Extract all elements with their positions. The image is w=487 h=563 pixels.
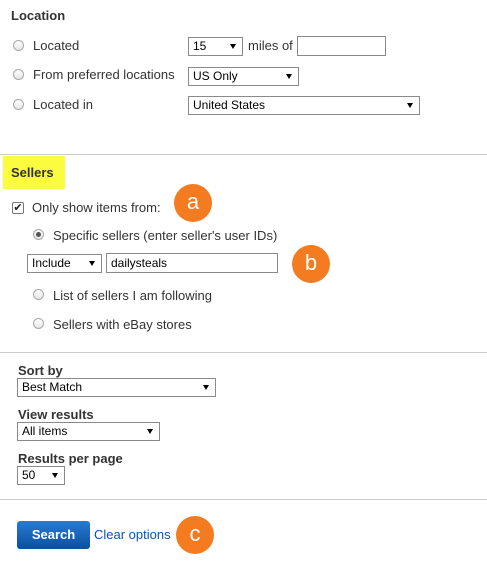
located-in-value: United States [193, 98, 266, 112]
preferred-select[interactable]: US Only [188, 67, 299, 86]
sort-by-value: Best Match [22, 380, 83, 394]
clear-options-link[interactable]: Clear options [94, 527, 171, 542]
following-radio[interactable] [33, 289, 44, 300]
per-page-label: Results per page [18, 451, 123, 466]
chevron-down-icon [147, 429, 153, 434]
include-select[interactable]: Include [27, 254, 102, 273]
view-results-label: View results [18, 407, 94, 422]
located-radio[interactable] [13, 40, 24, 51]
zip-input[interactable] [297, 36, 386, 56]
stores-label: Sellers with eBay stores [53, 317, 192, 332]
seller-ids-input[interactable]: dailysteals [106, 253, 278, 273]
chevron-down-icon [52, 473, 58, 478]
include-value: Include [32, 256, 71, 270]
located-in-label: Located in [33, 97, 93, 112]
chevron-down-icon [89, 261, 95, 266]
divider [0, 499, 487, 500]
chevron-down-icon [407, 103, 413, 108]
callout-b-badge: b [292, 245, 330, 283]
preferred-radio[interactable] [13, 69, 24, 80]
following-label: List of sellers I am following [53, 288, 212, 303]
divider [0, 352, 487, 353]
sort-by-label: Sort by [18, 363, 63, 378]
view-results-select[interactable]: All items [17, 422, 160, 441]
sellers-title: Sellers [11, 165, 54, 180]
per-page-value: 50 [22, 468, 36, 482]
preferred-label: From preferred locations [33, 67, 175, 82]
located-in-radio[interactable] [13, 99, 24, 110]
sort-by-select[interactable]: Best Match [17, 378, 216, 397]
located-label: Located [33, 38, 80, 53]
only-show-label: Only show items from: [32, 200, 161, 215]
chevron-down-icon [286, 74, 292, 79]
per-page-select[interactable]: 50 [17, 466, 65, 485]
view-results-value: All items [22, 424, 68, 438]
specific-sellers-radio[interactable] [33, 229, 44, 240]
located-in-select[interactable]: United States [188, 96, 420, 115]
specific-sellers-label: Specific sellers (enter seller's user ID… [53, 228, 278, 243]
chevron-down-icon [230, 44, 236, 49]
chevron-down-icon [203, 385, 209, 390]
divider [0, 154, 487, 155]
miles-select[interactable]: 15 [188, 37, 243, 56]
miles-value: 15 [193, 39, 207, 53]
callout-c-badge: c [176, 516, 214, 554]
search-button[interactable]: Search [17, 521, 90, 549]
preferred-value: US Only [193, 69, 238, 83]
callout-a-badge: a [174, 184, 212, 222]
miles-of-label: miles of [248, 38, 293, 53]
location-title: Location [11, 8, 66, 23]
stores-radio[interactable] [33, 318, 44, 329]
only-show-checkbox[interactable]: ✔ [12, 202, 24, 214]
